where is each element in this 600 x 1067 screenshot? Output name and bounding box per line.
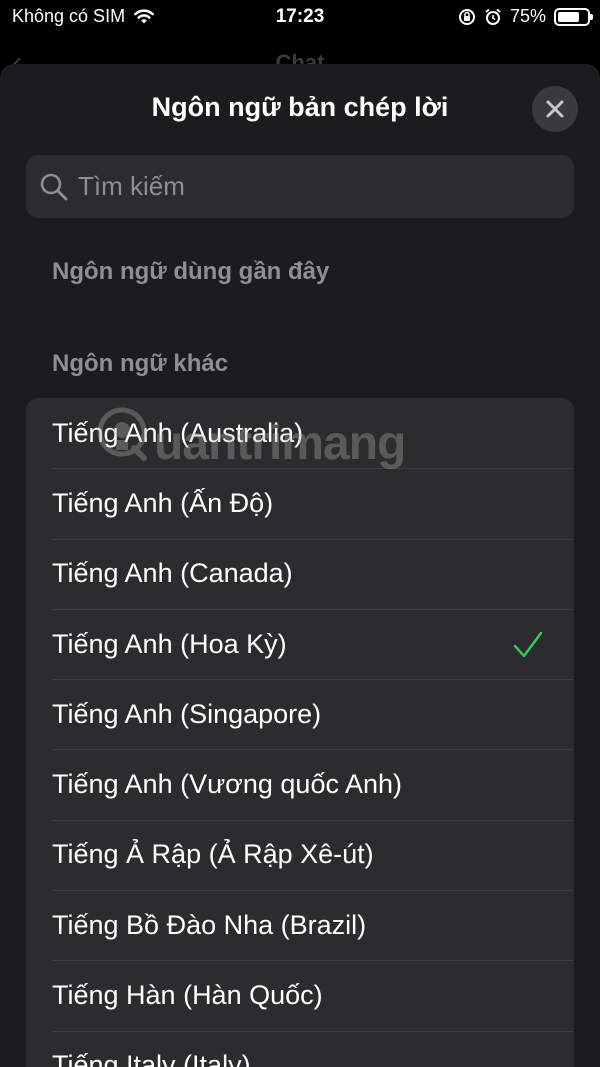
battery-icon	[554, 7, 593, 26]
language-label: Tiếng Anh (Hoa Kỳ)	[52, 628, 287, 659]
language-label: Tiếng Anh (Vương quốc Anh)	[52, 769, 402, 800]
language-row-india[interactable]: Tiếng Anh (Ấn Độ)	[26, 468, 574, 538]
language-row-australia[interactable]: Tiếng Anh (Australia)	[26, 398, 574, 468]
language-row-united-states[interactable]: Tiếng Anh (Hoa Kỳ)	[26, 608, 574, 679]
language-label: Tiếng Bồ Đào Nha (Brazil)	[52, 909, 367, 940]
battery-fill	[558, 11, 579, 22]
language-label: Tiếng Hàn (Hàn Quốc)	[52, 980, 323, 1011]
battery-percent: 75%	[509, 6, 546, 26]
sheet-title: Ngôn ngữ bản chép lời	[151, 92, 449, 122]
status-bar: Không có SIM 17:23 75%	[0, 0, 600, 36]
language-label: Tiếng Anh (Ấn Độ)	[52, 487, 274, 518]
close-button[interactable]	[532, 86, 578, 132]
language-row-canada[interactable]: Tiếng Anh (Canada)	[26, 538, 574, 609]
language-label: Tiếng Anh (Singapore)	[52, 698, 322, 729]
close-icon	[546, 100, 564, 118]
checkmark-icon	[513, 631, 543, 658]
language-sheet: Ngôn ngữ bản chép lời Ngôn ngữ dùng gần …	[0, 64, 600, 1067]
search-icon	[40, 173, 68, 200]
language-row-portuguese-brazil[interactable]: Tiếng Bồ Đào Nha (Brazil)	[26, 890, 574, 960]
language-row-arabic-saudi[interactable]: Tiếng Ả Rập (Ả Rập Xê-út)	[26, 819, 574, 890]
language-label: Tiếng Anh (Australia)	[52, 417, 304, 448]
language-label: Tiếng Italy (Italy)	[52, 1050, 251, 1067]
language-row-italian[interactable]: Tiếng Italy (Italy)	[26, 1030, 574, 1067]
language-row-korean[interactable]: Tiếng Hàn (Hàn Quốc)	[26, 960, 574, 1030]
orientation-lock-icon	[458, 8, 475, 25]
language-label: Tiếng Ả Rập (Ả Rập Xê-út)	[52, 839, 374, 870]
search-bar[interactable]	[26, 155, 574, 218]
section-header-recent: Ngôn ngữ dùng gần đây	[52, 258, 330, 285]
search-input[interactable]	[78, 171, 548, 202]
alarm-icon	[485, 8, 501, 25]
language-row-singapore[interactable]: Tiếng Anh (Singapore)	[26, 679, 574, 749]
status-right: 75%	[458, 6, 593, 27]
section-header-other: Ngôn ngữ khác	[52, 350, 229, 377]
language-list: Tiếng Anh (Australia) Tiếng Anh (Ấn Độ) …	[26, 398, 574, 1067]
language-label: Tiếng Anh (Canada)	[52, 558, 293, 589]
language-row-united-kingdom[interactable]: Tiếng Anh (Vương quốc Anh)	[26, 749, 574, 819]
